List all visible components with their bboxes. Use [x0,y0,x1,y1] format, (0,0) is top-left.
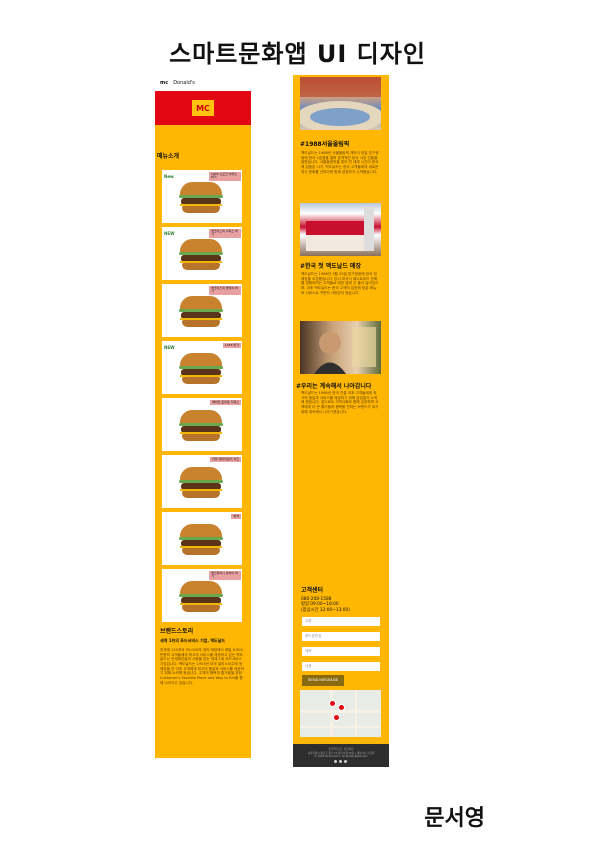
header-banner: MC [155,91,251,125]
social-links [334,760,347,763]
burger-image [179,296,223,328]
menu-item-name: 빅맥 [231,514,241,520]
menu-item-name: 1955 버거 [222,343,241,349]
name-field[interactable]: 이름 [302,617,380,626]
section-heading-2: #한국 첫 맥도날드 매장 [300,263,361,270]
instagram-icon[interactable] [339,760,342,763]
message-field[interactable]: 내용 [302,662,380,671]
brand-name: Donald's [173,80,195,86]
menu-screen: mc Donald's MC 메뉴소개 1955 스모크 하우스 버거 New 맥크… [155,75,251,758]
map-pin-icon[interactable] [329,700,336,707]
phone-field[interactable]: 핸드폰번호 [302,632,380,641]
map-pin-icon[interactable] [333,714,340,721]
menu-item-name: 맥크리스피 클래식 버거 [209,286,241,295]
new-badge: NEW [164,231,175,236]
burger-image [179,524,223,556]
stadium-illustration [300,77,381,130]
menu-item-card[interactable]: 베이컨 토마토 디럭스 [162,398,242,451]
footer-line-3: © 2024 McDonald's. All Rights Reserved. [314,755,368,758]
section-heading-3: #우리는 계속해서 나아갑니다 [296,383,372,390]
menu-item-name: 1955 스모크 하우스 버거 [209,172,241,181]
brand-story-title: 브랜드스토리 [160,628,194,635]
burger-image [179,467,223,499]
menu-item-card[interactable]: 빅맥 [162,512,242,565]
brand-story-body: 전세계 120개국 39,000여 개의 매장에서 매일 6,900만명의 고객… [160,648,245,685]
brand-story-subtitle: 세계 1위의 푸드서비스 기업, 맥도날드 [160,638,226,643]
burger-image [179,353,223,385]
customer-center-title: 고객센터 [301,587,324,594]
menu-item-name: 맥스파이시 상하이 버거 [209,571,241,580]
menu-item-card[interactable]: 맥스파이시 상하이 버거 [162,569,242,622]
burger-image [179,410,223,442]
facebook-icon[interactable] [334,760,337,763]
smiling-woman-illustration [314,327,376,374]
menu-item-card[interactable]: 더블 쿼터파운더 치즈 [162,455,242,508]
menu-list: 1955 스모크 하우스 버거 New 맥크리스피 디럭스 버거 NEW 맥크리스피 클… [155,170,251,622]
burger-image [179,239,223,271]
youtube-icon[interactable] [344,760,347,763]
story-screen: #1988서울올림픽 맥도날드는 1988년 서울올림픽 개막식 당일 압구정동… [293,75,389,767]
subject-field[interactable]: 제목 [302,647,380,656]
new-badge: NEW [164,345,175,350]
burger-image [179,581,223,613]
author-name: 문서영 [424,806,485,831]
section-body-2: 맥도날드는 1988년 3월 29일 압구정동에 한국 첫 매장을 오픈했습니다… [301,272,379,295]
menu-item-name: 베이컨 토마토 디럭스 [210,400,241,406]
map-pin-icon[interactable] [338,704,345,711]
olympic-photo [300,77,381,130]
contact-lunch: (점심시간 12:00~13:00) [301,607,350,613]
location-map[interactable] [300,690,381,737]
storefront-illustration [306,207,374,251]
mc-logo[interactable]: MC [192,100,214,116]
section-heading-1: #1988서울올림픽 [300,141,350,148]
footer: 한국맥도날드 유한회사 서울특별시 종로구 종로 51 종로타워 20층 | 대… [293,744,389,767]
menu-section-title: 메뉴소개 [157,153,180,160]
menu-item-card[interactable]: 맥크리스피 클래식 버거 [162,284,242,337]
menu-item-name: 더블 쿼터파운더 치즈 [210,457,241,463]
send-message-button[interactable]: SEND MESSAGE [302,675,344,686]
menu-item-card[interactable]: 1955 버거 NEW [162,341,242,394]
customer-photo [300,321,381,374]
burger-image [179,182,223,214]
section-body-1: 맥도날드는 1988년 서울올림픽 개막식 당일 압구정동에 한국 1호점을 열… [301,151,379,174]
first-store-photo [300,203,381,256]
top-bar: mc Donald's [155,75,251,91]
mc-mark: mc [160,80,169,86]
menu-item-card[interactable]: 1955 스모크 하우스 버거 New [162,170,242,223]
menu-item-card[interactable]: 맥크리스피 디럭스 버거 NEW [162,227,242,280]
section-body-3: 맥도날드는 1988년 한국 진출 이후 고객들에게 최고의 품질과 서비스를 … [301,391,379,414]
menu-item-name: 맥크리스피 디럭스 버거 [209,229,241,238]
new-badge: New [164,174,174,179]
page-title: 스마트문화앱 UI 디자인 [169,40,426,68]
contact-info: 080-208-1588 평일 09:00~18:00 (점심시간 12:00~… [301,597,350,613]
